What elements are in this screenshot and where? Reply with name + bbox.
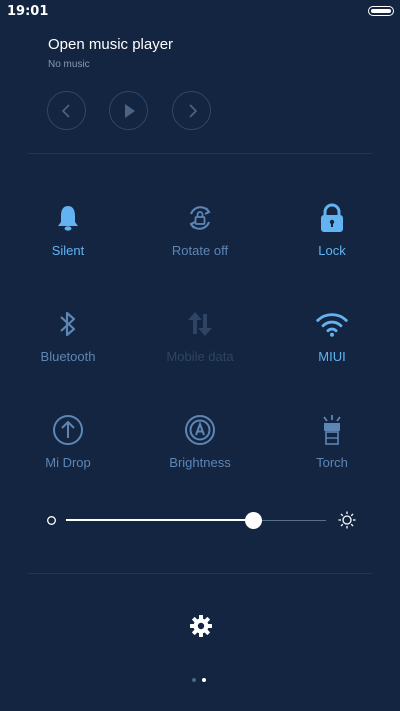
gear-icon	[190, 615, 212, 637]
toggle-torch-label: Torch	[316, 455, 348, 470]
toggle-brightness[interactable]: Brightness	[145, 413, 255, 470]
bluetooth-icon	[60, 311, 76, 337]
brightness-slider[interactable]	[44, 508, 356, 532]
page-indicator	[192, 678, 206, 682]
mobile-data-icon	[188, 312, 212, 336]
toggle-lock[interactable]: Lock	[277, 201, 387, 258]
mi-drop-icon	[53, 415, 83, 445]
toggle-lock-label: Lock	[318, 243, 346, 258]
brightness-thumb[interactable]	[245, 512, 263, 529]
toggle-rotate[interactable]: Rotate off	[145, 201, 255, 258]
divider-bottom	[28, 573, 372, 574]
toggle-wifi-label: MIUI	[318, 349, 346, 364]
lock-icon	[321, 203, 343, 232]
toggle-mobile-data-label: Mobile data	[166, 349, 234, 364]
page-dot-active	[202, 678, 206, 682]
toggle-mi-drop-label: Mi Drop	[45, 455, 91, 470]
play-button[interactable]	[109, 91, 148, 130]
chevron-left-icon	[61, 103, 70, 118]
toggle-bluetooth[interactable]: Bluetooth	[13, 307, 123, 364]
toggle-wifi[interactable]: MIUI	[277, 307, 387, 364]
auto-brightness-icon	[185, 415, 215, 445]
bell-icon	[58, 206, 78, 231]
music-player[interactable]: Open music player No music	[48, 36, 173, 70]
settings-button[interactable]	[189, 614, 213, 638]
brightness-fill	[66, 519, 254, 521]
toggle-silent[interactable]: Silent	[13, 201, 123, 258]
status-clock: 19:01	[7, 4, 49, 19]
toggle-brightness-label: Brightness	[169, 455, 231, 470]
music-subtitle: No music	[48, 59, 90, 70]
toggle-torch[interactable]: Torch	[277, 413, 387, 470]
status-bar: 19:01	[0, 0, 400, 22]
toggle-mobile-data[interactable]: Mobile data	[145, 307, 255, 364]
next-button[interactable]	[172, 91, 211, 130]
battery-full-icon	[368, 6, 394, 16]
page-dot	[192, 678, 196, 682]
wifi-icon	[316, 313, 348, 337]
music-title[interactable]: Open music player	[48, 36, 173, 53]
brightness-high-icon	[338, 511, 356, 529]
torch-icon	[323, 415, 341, 445]
toggle-silent-label: Silent	[51, 243, 85, 258]
brightness-low-icon	[47, 516, 56, 525]
toggle-bluetooth-label: Bluetooth	[40, 349, 96, 364]
toggle-rotate-label: Rotate off	[171, 243, 229, 258]
rotate-lock-icon	[189, 206, 211, 230]
play-icon	[124, 103, 135, 118]
toggle-mi-drop[interactable]: Mi Drop	[13, 413, 123, 470]
divider-top	[28, 153, 372, 154]
chevron-right-icon	[188, 103, 197, 118]
previous-button[interactable]	[47, 91, 86, 130]
